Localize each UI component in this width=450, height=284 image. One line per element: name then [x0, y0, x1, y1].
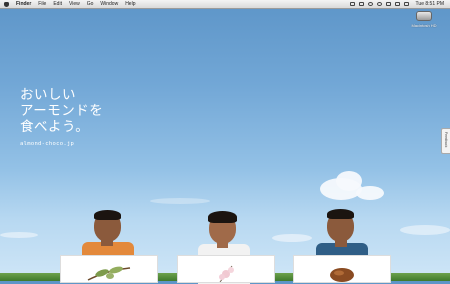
- menu-window[interactable]: Window: [100, 0, 118, 8]
- menu-edit[interactable]: Edit: [53, 0, 62, 8]
- person-right-hair: [327, 209, 354, 219]
- menu-go[interactable]: Go: [87, 0, 94, 8]
- battery-icon[interactable]: [403, 2, 409, 6]
- cloud: [0, 232, 38, 238]
- cloud: [356, 186, 384, 200]
- menu-file[interactable]: File: [38, 0, 46, 8]
- menu-bar-left: Finder File Edit View Go Window Help: [4, 0, 135, 8]
- wifi-icon[interactable]: [385, 2, 391, 6]
- menu-clock[interactable]: Tue 8:51 PM: [416, 0, 444, 8]
- time-machine-icon[interactable]: [367, 2, 373, 6]
- site-url: almond-choco.jp: [20, 141, 75, 147]
- almond-blossom-icon: [219, 265, 234, 282]
- almond-nut-icon: [330, 268, 354, 282]
- card-almond-branch: [60, 255, 158, 283]
- volume-icon[interactable]: [394, 2, 400, 6]
- menu-bar-right: Tue 8:51 PM: [349, 0, 444, 8]
- cloud: [150, 198, 210, 204]
- apple-icon[interactable]: [4, 1, 9, 7]
- harddrive-icon[interactable]: [416, 11, 432, 21]
- cloud: [400, 225, 450, 235]
- menu-bar: Finder File Edit View Go Window Help Tue…: [0, 0, 450, 9]
- person-center-hair: [208, 211, 237, 223]
- feedback-tab[interactable]: Feedback: [441, 128, 450, 154]
- sync-icon[interactable]: [376, 2, 382, 6]
- desktop-drive[interactable]: Macintosh HD: [409, 11, 439, 28]
- headline-line-1: おいしい: [20, 87, 76, 103]
- headline-line-2: アーモンドを: [20, 103, 104, 119]
- menu-app-name[interactable]: Finder: [16, 0, 31, 8]
- headline-line-3: 食べよう。: [20, 119, 90, 135]
- feedback-tab-label: Feedback: [444, 132, 448, 148]
- menu-view[interactable]: View: [69, 0, 80, 8]
- person-left-hair: [94, 210, 121, 220]
- menu-help[interactable]: Help: [125, 0, 135, 8]
- cloud: [272, 234, 312, 242]
- almond-branch-icon: [87, 266, 131, 281]
- card-almond-blossom: [177, 255, 275, 283]
- hero-headline: おいしい アーモンドを 食べよう。: [20, 87, 103, 135]
- screen-icon[interactable]: [358, 2, 364, 6]
- dropbox-icon[interactable]: [349, 2, 355, 6]
- card-almond-nut: [293, 255, 391, 283]
- drive-label: Macintosh HD: [411, 23, 437, 28]
